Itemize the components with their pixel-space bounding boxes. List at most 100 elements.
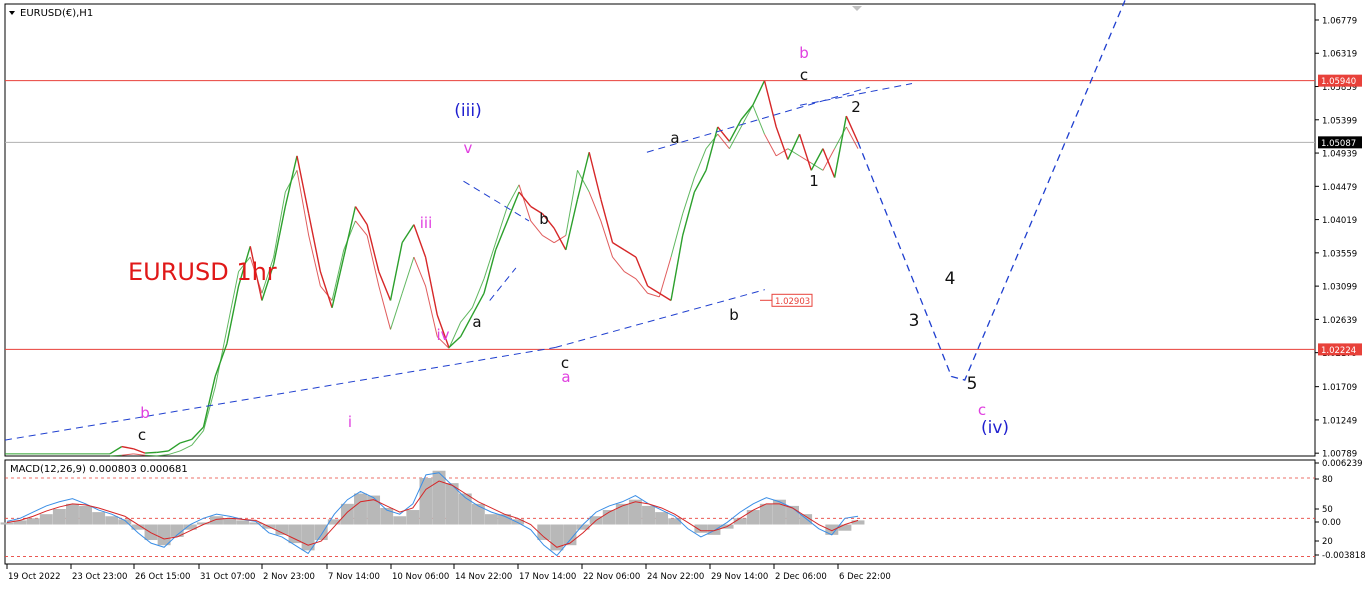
time-tick-label: 2 Nov 23:00 <box>263 572 315 582</box>
level-price-label: 1.02224 <box>1321 346 1356 356</box>
price-segment-alt <box>600 220 614 258</box>
price-segment-alt <box>588 191 602 222</box>
price-segment-alt <box>764 133 777 157</box>
annotation-layer: EURUSD 1hr(iii)viiiivibcabcaabbc12345c(i… <box>128 44 1009 444</box>
price-segment-alt <box>448 322 462 349</box>
price-segment <box>272 206 286 265</box>
price-segment-alt <box>284 170 298 193</box>
macd-histogram-bar <box>354 493 367 525</box>
macd-histogram-bar <box>759 503 773 525</box>
price-segment <box>109 446 123 455</box>
signal-line <box>6 480 859 548</box>
wave-label: iii <box>420 214 433 232</box>
macd-layer <box>0 470 1315 557</box>
price-segment-alt <box>612 256 625 272</box>
price-segment-alt <box>682 177 695 214</box>
macd-tick-label: 80 <box>1322 475 1333 485</box>
price-segment <box>424 256 438 316</box>
macd-histogram-bar <box>52 509 66 525</box>
macd-histogram-bar <box>655 512 669 525</box>
time-tick-label: 23 Oct 23:00 <box>72 572 127 582</box>
price-segment <box>822 148 836 178</box>
price-segment-alt <box>717 133 730 149</box>
price-tick-label: 1.01709 <box>1322 383 1357 393</box>
macd-histogram-bar <box>838 524 852 531</box>
price-segment-alt <box>799 155 812 164</box>
price-segment-alt <box>179 444 193 452</box>
time-tick-label: 17 Nov 14:00 <box>519 572 576 582</box>
price-segment <box>588 152 602 200</box>
macd-histogram-bar <box>484 514 498 525</box>
time-tick-label: 24 Nov 22:00 <box>647 572 704 582</box>
macd-tick-label: 0.006239 <box>1322 459 1363 469</box>
macd-histogram-bar <box>550 524 564 551</box>
symbol-label: EURUSD(€),H1 <box>20 8 93 19</box>
price-segment <box>787 133 801 160</box>
macd-tick-label: 50 <box>1322 505 1333 515</box>
scroll-marker-icon[interactable] <box>852 6 862 11</box>
price-segment <box>647 285 660 294</box>
macd-histogram-bar <box>26 518 40 525</box>
time-tick-label: 19 Oct 2022 <box>8 572 61 582</box>
wave-label: (iii) <box>454 101 481 121</box>
price-segment-alt <box>658 256 672 298</box>
triangle-top <box>463 180 530 222</box>
price-tick-label: 1.06319 <box>1322 50 1357 60</box>
price-segment <box>763 80 777 128</box>
price-segment <box>121 445 134 450</box>
wave-label: 1 <box>809 172 819 190</box>
wave-label: 5 <box>967 374 978 394</box>
chart-svg: EURUSD(€),H1 MACD(12,26,9) 0.000803 0.00… <box>0 0 1366 582</box>
price-segment-alt <box>331 249 345 301</box>
macd-histogram-bar <box>288 524 302 544</box>
macd-tick-label: 20 <box>1322 537 1333 547</box>
price-segment <box>448 336 462 349</box>
price-segment <box>378 271 392 301</box>
time-tick-label: 31 Oct 07:00 <box>200 572 255 582</box>
price-segment <box>179 438 193 444</box>
macd-histogram-bar <box>0 522 14 525</box>
price-segment-alt <box>214 329 228 388</box>
price-tick-label: 1.03099 <box>1322 283 1357 293</box>
price-segment-alt <box>623 271 637 280</box>
macd-histogram-bar <box>786 505 800 525</box>
macd-histogram-bar <box>746 510 760 525</box>
wave-label: iv <box>436 326 449 344</box>
macd-histogram-bar <box>615 503 629 525</box>
wave-label: b <box>729 306 739 324</box>
price-segment <box>156 450 169 454</box>
time-tick-label: 14 Nov 22:00 <box>455 572 512 582</box>
price-segment-alt <box>647 292 660 298</box>
time-tick-label: 2 Dec 06:00 <box>775 572 827 582</box>
wave-label: b <box>799 44 809 62</box>
price-segment <box>612 242 625 251</box>
price-segment-alt <box>343 220 356 251</box>
wave-label: c <box>978 401 986 419</box>
chart-window: EURUSD(€),H1 MACD(12,26,9) 0.000803 0.00… <box>0 0 1366 588</box>
dropdown-triangle-icon[interactable] <box>9 11 15 15</box>
price-segment <box>623 249 637 258</box>
lower-trend <box>4 347 556 441</box>
macd-histogram-bar <box>668 518 682 525</box>
low-marker-label: 1.02903 <box>775 297 810 307</box>
macd-histogram-bar <box>340 503 354 525</box>
macd-panel-frame <box>4 459 1316 565</box>
macd-histogram-bar <box>471 503 485 525</box>
price-segment-alt <box>273 191 286 258</box>
price-segment-alt <box>121 453 134 456</box>
price-panel-frame <box>4 3 1316 457</box>
wave-label: a <box>670 129 679 147</box>
price-segment-alt <box>460 307 473 323</box>
wave-label: v <box>464 139 473 157</box>
wave-label: a <box>561 368 570 386</box>
price-segment-alt <box>390 293 403 330</box>
price-segment <box>576 152 590 200</box>
price-segment <box>343 206 357 258</box>
price-segment <box>354 206 368 225</box>
price-segment-alt <box>378 285 391 330</box>
price-segment <box>366 224 380 272</box>
level-price-label: 1.05087 <box>1321 139 1356 149</box>
macd-histogram-bar <box>851 520 865 525</box>
price-segment-alt <box>553 234 567 244</box>
macd-histogram-bar <box>157 524 171 546</box>
